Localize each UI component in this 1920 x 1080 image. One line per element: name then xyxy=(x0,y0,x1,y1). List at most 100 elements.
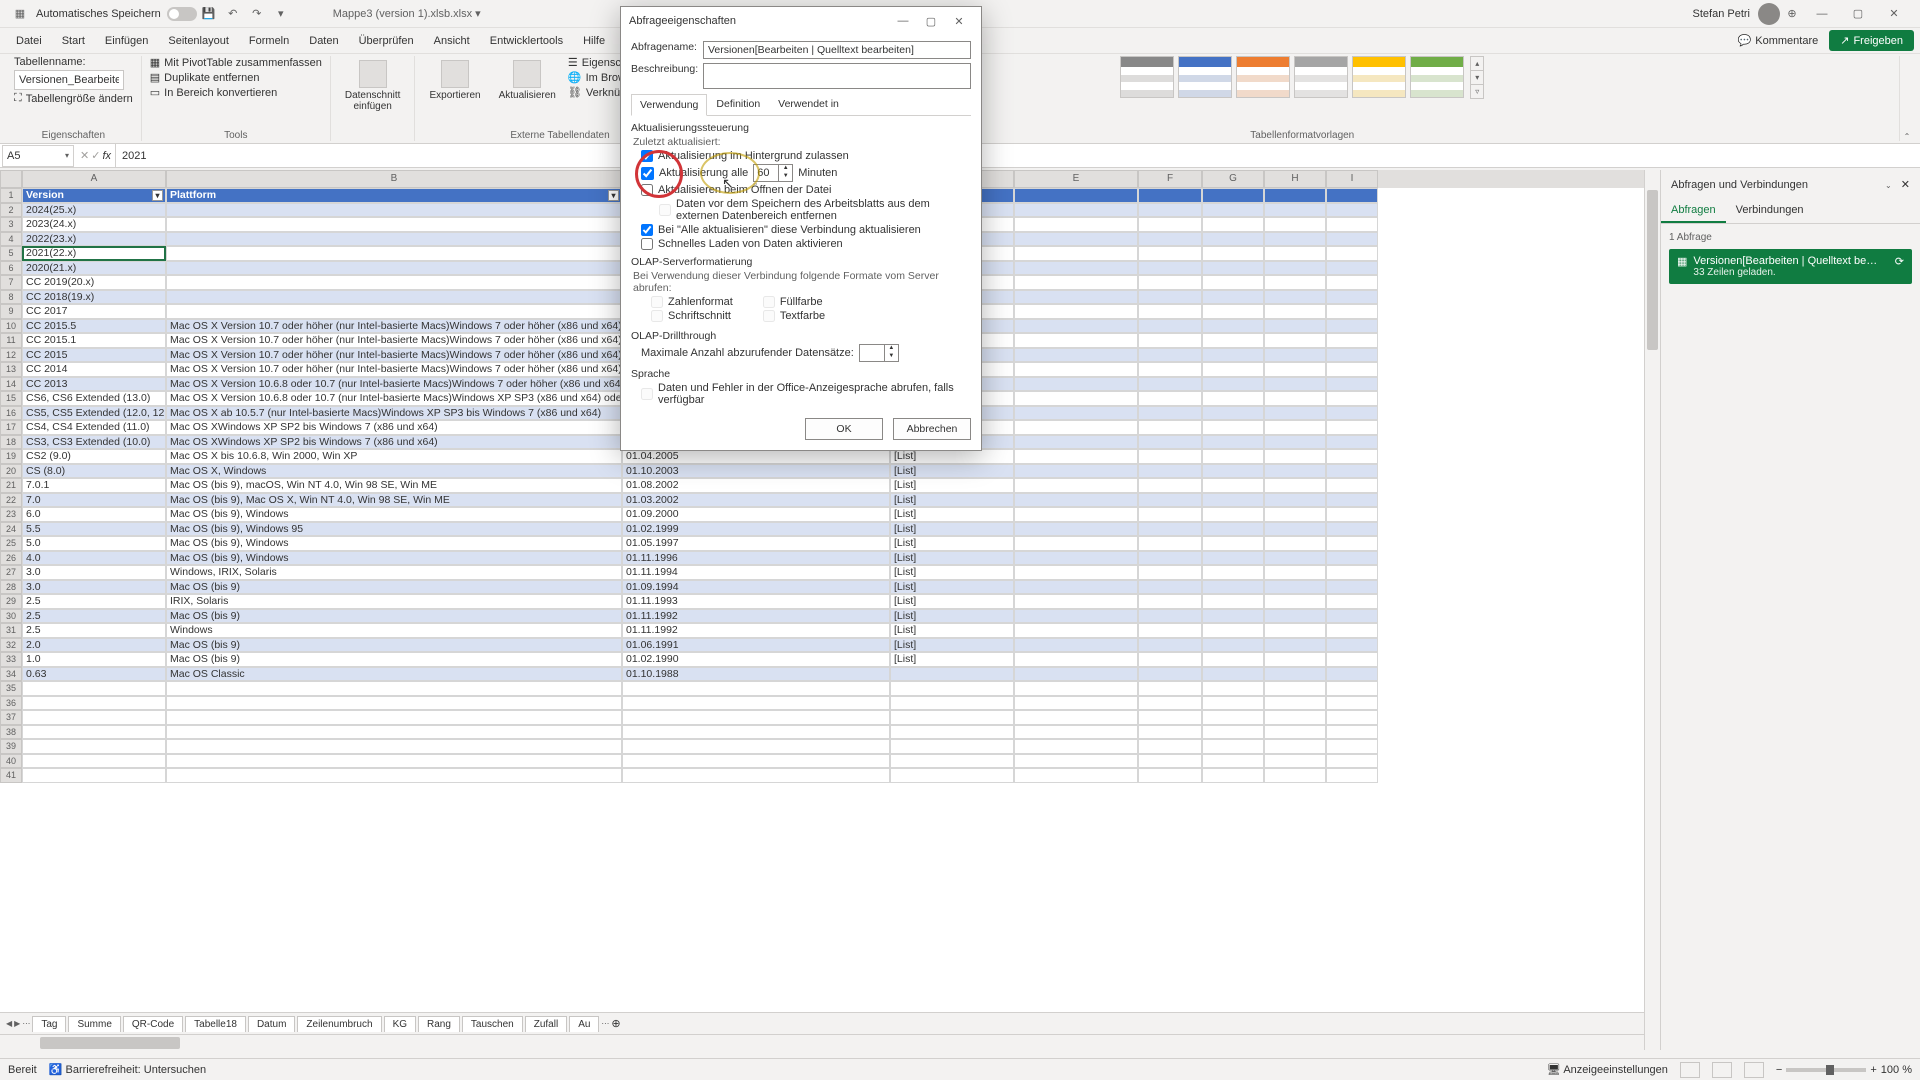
tab-definition[interactable]: Definition xyxy=(707,93,769,115)
cell[interactable] xyxy=(1138,232,1202,247)
cell[interactable] xyxy=(1326,232,1378,247)
query-refresh-icon[interactable]: ⟳ xyxy=(1895,255,1904,268)
cell[interactable] xyxy=(1202,275,1264,290)
cell[interactable] xyxy=(1138,362,1202,377)
sheet-nav-next-icon[interactable]: ▶ xyxy=(14,1019,20,1028)
cell[interactable] xyxy=(890,754,1014,769)
cell[interactable] xyxy=(1202,522,1264,537)
cell[interactable]: CS6, CS6 Extended (13.0) xyxy=(22,391,166,406)
cell[interactable] xyxy=(1202,362,1264,377)
select-all-corner[interactable] xyxy=(0,170,22,188)
cell[interactable] xyxy=(1264,188,1326,203)
row-header[interactable]: 2 xyxy=(0,203,22,218)
col-header[interactable]: B xyxy=(166,170,622,188)
cell[interactable] xyxy=(1138,290,1202,305)
cell[interactable] xyxy=(1264,275,1326,290)
cell[interactable] xyxy=(1326,580,1378,595)
chk-refresh-all[interactable]: Bei "Alle aktualisieren" diese Verbindun… xyxy=(641,224,971,236)
cell[interactable]: 01.06.1991 xyxy=(622,638,890,653)
cell[interactable] xyxy=(1264,536,1326,551)
ribbon-tab[interactable]: Formeln xyxy=(239,31,299,51)
table-name-input[interactable] xyxy=(14,70,124,90)
cell[interactable] xyxy=(1014,333,1138,348)
cell[interactable]: Mac OS (bis 9) xyxy=(166,652,622,667)
cell[interactable] xyxy=(1138,449,1202,464)
sheet-nav-more-icon[interactable]: ⋯ xyxy=(22,1019,30,1028)
pane-close-icon[interactable]: ✕ xyxy=(1901,179,1910,191)
cell[interactable] xyxy=(890,696,1014,711)
cell[interactable] xyxy=(1138,348,1202,363)
cell[interactable]: [List] xyxy=(890,652,1014,667)
cell[interactable]: CS5, CS5 Extended (12.0, 12.1) xyxy=(22,406,166,421)
col-header[interactable]: F xyxy=(1138,170,1202,188)
chk-refresh-on-open[interactable]: Aktualisieren beim Öffnen der Datei xyxy=(641,184,971,196)
cell[interactable]: Mac OS (bis 9) xyxy=(166,638,622,653)
cell[interactable] xyxy=(1202,420,1264,435)
cell[interactable]: Mac OS (bis 9) xyxy=(166,609,622,624)
cell[interactable] xyxy=(1264,609,1326,624)
cell[interactable]: 01.11.1996 xyxy=(622,551,890,566)
cell[interactable]: Mac OS (bis 9), Windows xyxy=(166,551,622,566)
cell[interactable]: 4.0 xyxy=(22,551,166,566)
row-header[interactable]: 26 xyxy=(0,551,22,566)
cell[interactable]: Mac OS X Version 10.7 oder höher (nur In… xyxy=(166,319,622,334)
cell[interactable] xyxy=(1264,696,1326,711)
cell[interactable]: 7.0 xyxy=(22,493,166,508)
row-header[interactable]: 7 xyxy=(0,275,22,290)
cell[interactable] xyxy=(1014,478,1138,493)
table-styles-gallery[interactable] xyxy=(1120,56,1464,98)
cell[interactable]: 6.0 xyxy=(22,507,166,522)
row-header[interactable]: 34 xyxy=(0,667,22,682)
cell[interactable]: Mac OS (bis 9), Windows 95 xyxy=(166,522,622,537)
cell[interactable] xyxy=(622,710,890,725)
cell[interactable] xyxy=(1014,362,1138,377)
pivot-button[interactable]: ▦ Mit PivotTable zusammenfassen xyxy=(150,56,322,69)
cell[interactable] xyxy=(1264,652,1326,667)
cell[interactable] xyxy=(890,667,1014,682)
cell[interactable] xyxy=(1014,348,1138,363)
cell[interactable]: [List] xyxy=(890,623,1014,638)
cell[interactable] xyxy=(1202,768,1264,783)
row-header[interactable]: 20 xyxy=(0,464,22,479)
ok-button[interactable]: OK xyxy=(805,418,883,440)
row-header[interactable]: 16 xyxy=(0,406,22,421)
style-swatch[interactable] xyxy=(1294,56,1348,98)
cell[interactable] xyxy=(1264,681,1326,696)
cell[interactable] xyxy=(1138,565,1202,580)
cell[interactable] xyxy=(1202,304,1264,319)
sheet-more-icon[interactable]: ⋯ xyxy=(601,1019,609,1028)
status-accessibility[interactable]: ♿ Barrierefreiheit: Untersuchen xyxy=(49,1063,206,1076)
cell[interactable] xyxy=(1138,594,1202,609)
styles-down-icon[interactable]: ▾ xyxy=(1471,71,1483,85)
cell[interactable] xyxy=(166,304,622,319)
styles-more-icon[interactable]: ▿ xyxy=(1471,85,1483,98)
sheet-tab[interactable]: KG xyxy=(384,1016,416,1032)
cell[interactable]: 01.04.2005 xyxy=(622,449,890,464)
cell[interactable] xyxy=(166,261,622,276)
row-header[interactable]: 3 xyxy=(0,217,22,232)
cell[interactable] xyxy=(1264,217,1326,232)
ribbon-tab[interactable]: Hilfe xyxy=(573,31,615,51)
cell[interactable] xyxy=(1326,536,1378,551)
cell[interactable]: CS2 (9.0) xyxy=(22,449,166,464)
cell[interactable] xyxy=(1014,681,1138,696)
cell[interactable] xyxy=(1202,290,1264,305)
cell[interactable] xyxy=(1202,377,1264,392)
row-header[interactable]: 12 xyxy=(0,348,22,363)
cell[interactable] xyxy=(1202,391,1264,406)
cell[interactable] xyxy=(1014,203,1138,218)
cell[interactable] xyxy=(1264,638,1326,653)
cell[interactable]: 01.11.1993 xyxy=(622,594,890,609)
cell[interactable] xyxy=(1138,536,1202,551)
cell[interactable] xyxy=(1264,464,1326,479)
cell[interactable] xyxy=(1138,246,1202,261)
cell[interactable] xyxy=(1264,261,1326,276)
cell[interactable]: 3.0 xyxy=(22,565,166,580)
row-header[interactable]: 39 xyxy=(0,739,22,754)
row-header[interactable]: 13 xyxy=(0,362,22,377)
cell[interactable] xyxy=(1138,754,1202,769)
cell[interactable] xyxy=(1264,420,1326,435)
row-header[interactable]: 32 xyxy=(0,638,22,653)
cell[interactable] xyxy=(1326,667,1378,682)
cell[interactable]: Mac OS (bis 9) xyxy=(166,580,622,595)
